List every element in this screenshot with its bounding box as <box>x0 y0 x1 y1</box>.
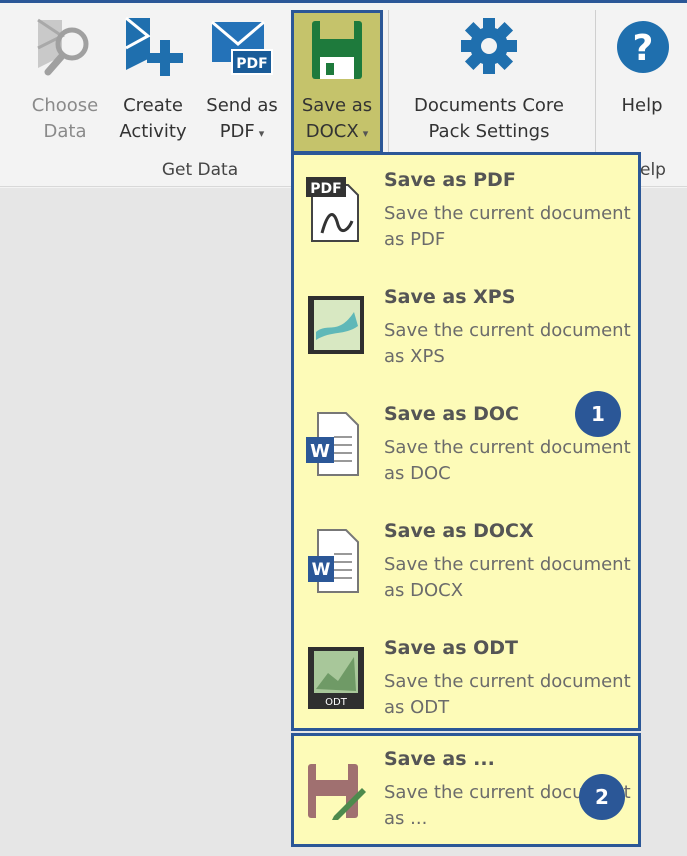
save-as-xps-title: Save as XPS <box>384 286 516 308</box>
help-button[interactable]: ? Help <box>604 10 680 150</box>
svg-text:PDF: PDF <box>236 56 267 72</box>
save-as-pdf-title: Save as PDF <box>384 169 516 191</box>
menu-item-save-as-docx[interactable]: W Save as DOCX Save the current document… <box>294 520 638 620</box>
save-as-docx-button[interactable]: Save as DOCX ▾ <box>291 10 383 154</box>
choose-data-label-1: Choose <box>31 95 99 116</box>
choose-data-icon <box>37 18 89 76</box>
gear-icon <box>461 18 517 74</box>
floppy-pencil-icon <box>308 764 366 820</box>
callout-badge-2: 2 <box>579 774 625 820</box>
save-as-dropdown-menu: PDF Save as PDF Save the current documen… <box>291 152 641 731</box>
choose-data-button[interactable]: Choose Data <box>20 10 110 150</box>
choose-data-label-2: Data <box>43 121 87 142</box>
group-label-get-data: Get Data <box>161 160 239 180</box>
dcp-settings-label-1: Documents Core <box>413 95 564 116</box>
save-as-odt-description: Save the current document as ODT <box>384 671 631 718</box>
save-as-xps-description: Save the current document as XPS <box>384 320 631 367</box>
xps-file-icon <box>308 296 364 354</box>
envelope-pdf-icon: PDF <box>211 20 273 75</box>
svg-text:PDF: PDF <box>310 181 341 197</box>
create-activity-label-1: Create <box>123 95 183 116</box>
ribbon-top-border <box>0 0 687 3</box>
svg-text:W: W <box>310 441 330 462</box>
svg-text:?: ? <box>633 28 654 69</box>
menu-item-save-as-odt[interactable]: ODT Save as ODT Save the current documen… <box>294 637 638 737</box>
save-as-generic-menu: Save as ... Save the current document as… <box>291 733 641 847</box>
floppy-disk-icon <box>312 21 362 79</box>
save-as-pdf-description: Save the current document as PDF <box>384 203 631 250</box>
create-activity-icon <box>125 16 183 76</box>
dcp-settings-label-2: Pack Settings <box>428 121 550 142</box>
save-as-doc-description: Save the current document as DOC <box>384 437 631 484</box>
send-as-pdf-label-text: PDF <box>219 121 255 142</box>
save-as-docx-title: Save as DOCX <box>384 520 534 542</box>
docx-file-icon: W <box>308 529 359 593</box>
dropdown-arrow-icon: ▾ <box>258 127 265 140</box>
save-as-docx-label-text: DOCX <box>305 121 359 142</box>
save-as-docx-label-1: Save as <box>301 95 373 116</box>
callout-badge-1: 1 <box>575 391 621 437</box>
group-label-help: elp <box>640 160 666 180</box>
save-as-generic-title: Save as ... <box>384 748 495 770</box>
send-as-pdf-button[interactable]: PDF Send as PDF ▾ <box>198 10 286 150</box>
svg-text:ODT: ODT <box>325 697 348 708</box>
save-as-docx-label-2: DOCX ▾ <box>294 120 380 146</box>
doc-file-icon: W <box>306 412 359 476</box>
odt-file-icon: ODT <box>308 647 364 709</box>
pdf-file-icon: PDF <box>306 177 359 242</box>
menu-item-save-as-pdf[interactable]: PDF Save as PDF Save the current documen… <box>294 169 638 269</box>
save-as-docx-description: Save the current document as DOCX <box>384 554 631 601</box>
help-label: Help <box>621 95 663 116</box>
save-as-doc-title: Save as DOC <box>384 403 520 425</box>
dropdown-arrow-icon: ▾ <box>362 127 369 140</box>
send-as-pdf-label-1: Send as <box>206 95 278 116</box>
save-as-odt-title: Save as ODT <box>384 637 519 659</box>
svg-text:W: W <box>312 560 331 580</box>
help-question-icon: ? <box>617 21 669 73</box>
dcp-settings-button[interactable]: Documents Core Pack Settings <box>392 10 586 150</box>
create-activity-button[interactable]: Create Activity <box>112 10 194 150</box>
menu-item-save-as-xps[interactable]: Save as XPS Save the current document as… <box>294 286 638 386</box>
create-activity-label-2: Activity <box>119 121 187 142</box>
send-as-pdf-label-2: PDF ▾ <box>198 120 286 146</box>
